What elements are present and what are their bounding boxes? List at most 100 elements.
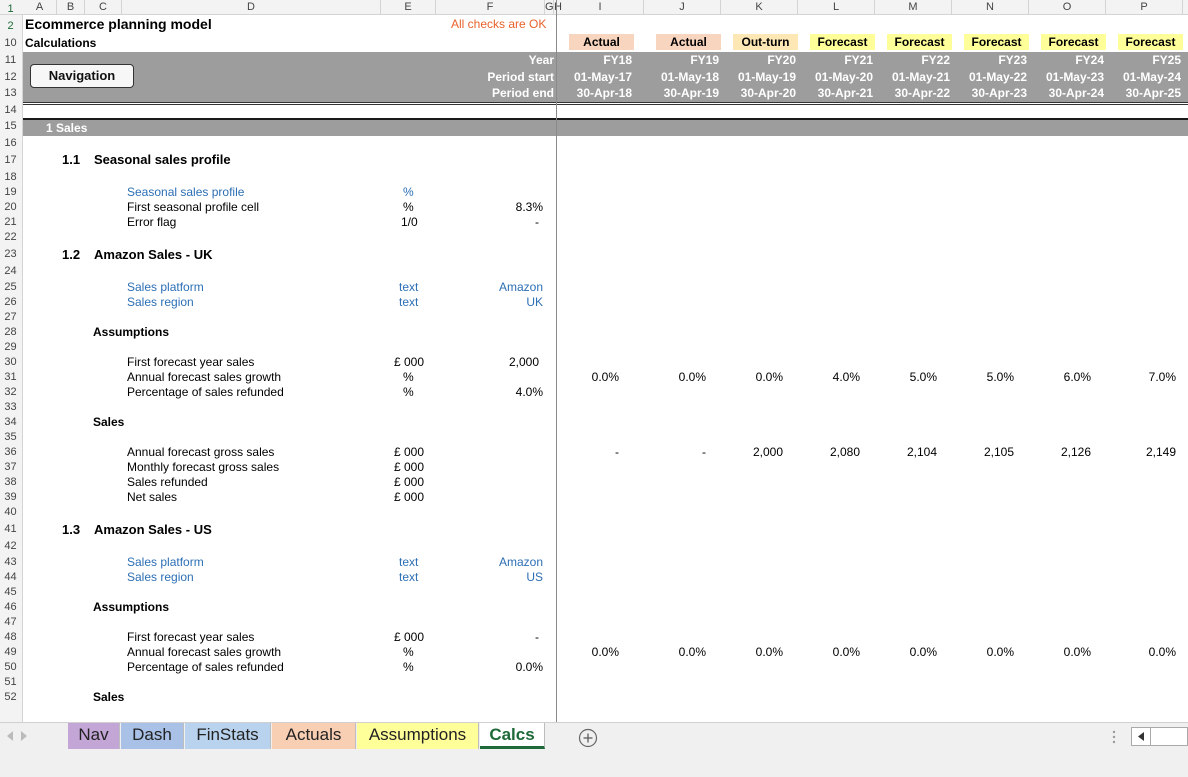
row-header[interactable]: 41 [0, 523, 21, 535]
row-header[interactable]: 40 [0, 506, 21, 518]
series-value[interactable]: 2,080 [798, 445, 860, 459]
row-header[interactable]: 48 [0, 631, 21, 643]
row-header[interactable]: 2 [0, 20, 21, 32]
row-header[interactable]: 22 [0, 231, 21, 243]
navigation-button[interactable]: Navigation [30, 64, 134, 88]
series-value[interactable]: 7.0% [1106, 370, 1176, 384]
row-header[interactable]: 10 [0, 37, 21, 49]
row-unit[interactable]: £ 000 [394, 475, 424, 489]
period-end[interactable]: 30-Apr-24 [1029, 86, 1104, 100]
period-year[interactable]: FY25 [1106, 53, 1181, 67]
row-label[interactable]: First forecast year sales [127, 630, 254, 644]
row-unit[interactable]: % [403, 660, 414, 674]
model-title[interactable]: Ecommerce planning model [25, 16, 212, 32]
period-type-chip[interactable]: Forecast [1041, 34, 1106, 50]
series-value[interactable]: 0.0% [644, 370, 706, 384]
period-start[interactable]: 01-May-24 [1106, 70, 1181, 84]
series-value[interactable]: 0.0% [557, 370, 619, 384]
group-title[interactable]: Sales [93, 415, 124, 429]
period-year[interactable]: FY22 [875, 53, 950, 67]
row-unit[interactable]: £ 000 [394, 460, 424, 474]
row-header[interactable]: 31 [0, 371, 21, 383]
row-value[interactable]: 8.3% [450, 200, 543, 214]
series-value[interactable]: 2,105 [952, 445, 1014, 459]
series-value[interactable]: 0.0% [1106, 645, 1176, 659]
row-unit[interactable]: % [403, 645, 414, 659]
row-unit[interactable]: £ 000 [394, 355, 424, 369]
row-value[interactable]: 4.0% [450, 385, 543, 399]
row-label[interactable]: Annual forecast gross sales [127, 445, 274, 459]
period-start[interactable]: 01-May-18 [644, 70, 719, 84]
period-type-chip[interactable]: Actual [656, 34, 721, 50]
series-value[interactable]: - [557, 445, 619, 459]
series-value[interactable]: 5.0% [952, 370, 1014, 384]
period-type-chip[interactable]: Out-turn [733, 34, 798, 50]
triangle-left-icon[interactable] [6, 731, 14, 741]
row-header[interactable]: 34 [0, 416, 21, 428]
column-header-n[interactable]: N [952, 0, 1029, 14]
period-end[interactable]: 30-Apr-25 [1106, 86, 1181, 100]
row-label[interactable]: Net sales [127, 490, 177, 504]
period-end[interactable]: 30-Apr-22 [875, 86, 950, 100]
row-header[interactable]: 51 [0, 676, 21, 688]
row-header[interactable]: 18 [0, 171, 21, 183]
period-start[interactable]: 01-May-22 [952, 70, 1027, 84]
period-year[interactable]: FY19 [644, 53, 719, 67]
row-header[interactable]: 36 [0, 446, 21, 458]
row-header[interactable]: 16 [0, 137, 21, 149]
row-value[interactable]: 0.0% [450, 660, 543, 674]
group-title[interactable]: Assumptions [93, 600, 169, 614]
column-header-a[interactable]: A [23, 0, 57, 14]
series-value[interactable]: 5.0% [875, 370, 937, 384]
column-header-l[interactable]: L [798, 0, 875, 14]
column-header-d[interactable]: D [122, 0, 381, 14]
row-unit[interactable]: £ 000 [394, 630, 424, 644]
row-header[interactable]: 17 [0, 154, 21, 166]
row-label[interactable]: Sales region [127, 295, 194, 309]
series-value[interactable]: 0.0% [875, 645, 937, 659]
row-header[interactable]: 23 [0, 248, 21, 260]
period-start[interactable]: 01-May-17 [557, 70, 632, 84]
period-type-chip[interactable]: Forecast [810, 34, 875, 50]
sheet-tab-calcs[interactable]: Calcs [480, 723, 545, 749]
row-value[interactable]: Amazon [450, 555, 543, 569]
section-title[interactable]: 1 Sales [46, 121, 87, 135]
row-unit[interactable]: % [403, 385, 414, 399]
column-header-f[interactable]: F [436, 0, 545, 14]
row-header[interactable]: 50 [0, 661, 21, 673]
row-unit[interactable]: 1/0 [401, 215, 418, 229]
row-label[interactable]: Sales region [127, 570, 194, 584]
sheet-tab-actuals[interactable]: Actuals [272, 723, 356, 749]
column-header-g[interactable]: G [545, 0, 554, 14]
row-unit[interactable]: % [403, 185, 414, 199]
row-header[interactable]: 46 [0, 601, 21, 613]
row-label[interactable]: Seasonal sales profile [127, 185, 244, 199]
row-header[interactable]: 45 [0, 586, 21, 598]
row-header[interactable]: 19 [0, 186, 21, 198]
group-title[interactable]: Sales [93, 690, 124, 704]
scroll-left-button[interactable] [1132, 728, 1151, 745]
series-value[interactable]: 0.0% [1029, 645, 1091, 659]
period-start[interactable]: 01-May-20 [798, 70, 873, 84]
row-header[interactable]: 37 [0, 461, 21, 473]
row-header[interactable]: 32 [0, 386, 21, 398]
row-header[interactable]: 14 [0, 104, 21, 116]
row-label[interactable]: Annual forecast sales growth [127, 645, 281, 659]
series-value[interactable]: 2,000 [721, 445, 783, 459]
period-year[interactable]: FY21 [798, 53, 873, 67]
row-value[interactable]: US [450, 570, 543, 584]
row-header[interactable]: 12 [0, 71, 21, 83]
row-header[interactable]: 52 [0, 691, 21, 703]
period-type-chip[interactable]: Forecast [1118, 34, 1183, 50]
series-value[interactable]: 2,149 [1106, 445, 1176, 459]
column-header-k[interactable]: K [721, 0, 798, 14]
period-end[interactable]: 30-Apr-21 [798, 86, 873, 100]
column-header-i[interactable]: I [557, 0, 644, 14]
row-header[interactable]: 35 [0, 431, 21, 443]
row-unit[interactable]: £ 000 [394, 490, 424, 504]
row-label[interactable]: First seasonal profile cell [127, 200, 259, 214]
row-unit[interactable]: text [399, 570, 418, 584]
series-value[interactable]: 0.0% [721, 645, 783, 659]
period-year[interactable]: FY24 [1029, 53, 1104, 67]
series-value[interactable]: 2,126 [1029, 445, 1091, 459]
